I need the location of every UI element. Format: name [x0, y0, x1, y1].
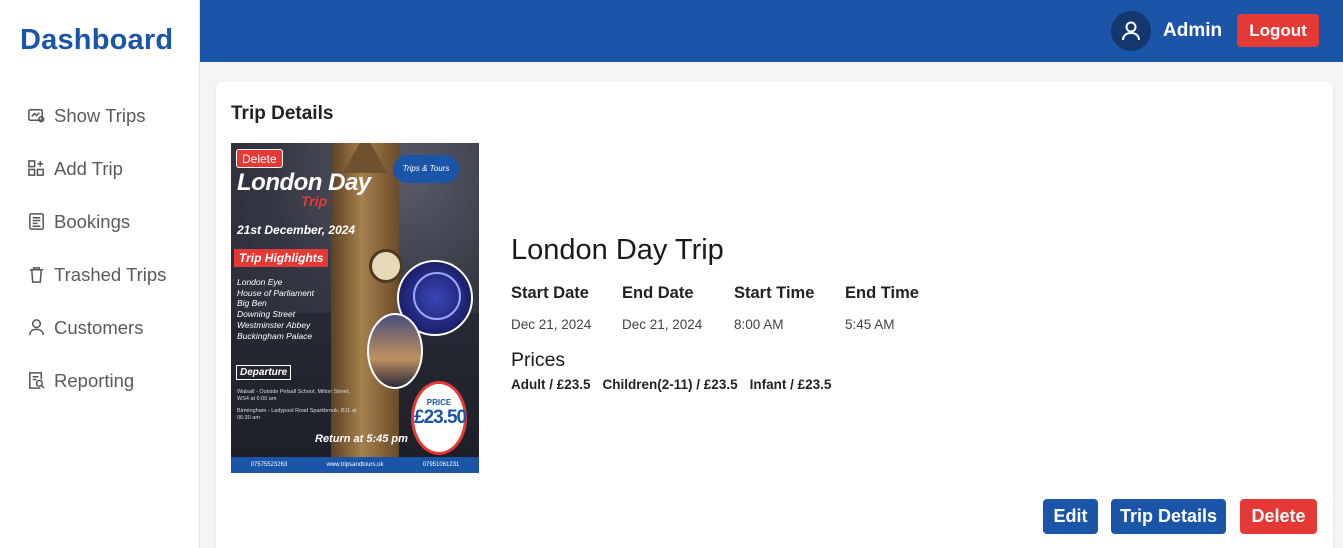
end-date-label: End Date	[622, 284, 694, 302]
start-time-label: Start Time	[734, 284, 815, 302]
sidebar-item-add-trip[interactable]: Add Trip	[0, 142, 200, 195]
card-title: Trip Details	[231, 103, 334, 124]
footer-phone: 07575523263	[250, 462, 288, 468]
delete-button[interactable]: Delete	[1240, 499, 1317, 534]
end-date-column: End Date Dec 21, 2024	[622, 284, 702, 332]
logout-button[interactable]: Logout	[1237, 14, 1319, 47]
list-item: Buckingham Palace	[237, 330, 313, 341]
price-list: Adult / £23.5 Children(2-11) / £23.5 Inf…	[511, 377, 831, 392]
start-time-value: 8:00 AM	[734, 317, 784, 332]
footer-phone: 07951061231	[422, 462, 460, 468]
trip-details-button[interactable]: Trip Details	[1111, 499, 1226, 534]
show-trips-icon	[26, 106, 46, 126]
clock-face	[369, 249, 403, 283]
sidebar-item-label: Reporting	[54, 369, 135, 391]
avatar[interactable]	[1111, 11, 1151, 51]
sidebar-item-label: Bookings	[54, 210, 131, 232]
sidebar-item-reporting[interactable]: Reporting	[0, 354, 200, 407]
poster-date: 21st December, 2024	[237, 223, 356, 237]
poster-price-badge: PRICE £23.50	[411, 381, 467, 455]
add-trip-icon	[26, 159, 46, 179]
start-date-label: Start Date	[511, 284, 589, 302]
report-icon	[26, 371, 46, 391]
trip-details-card: Trip Details Delete Trips & Tours London…	[216, 82, 1333, 548]
trash-icon	[26, 265, 46, 285]
departure-line: Birmingham - Ladypool Road Sparkbrook, B…	[237, 408, 357, 421]
sidebar-item-label: Trashed Trips	[54, 263, 167, 285]
sidebar-item-customers[interactable]: Customers	[0, 301, 200, 354]
start-date-value: Dec 21, 2024	[511, 317, 592, 332]
start-time-column: Start Time 8:00 AM	[734, 284, 814, 332]
price-label: PRICE	[426, 398, 452, 407]
poster-subtitle: Trip	[301, 193, 328, 209]
sidebar-item-bookings[interactable]: Bookings	[0, 195, 200, 248]
sidebar: Dashboard Show Trips Add Trip Bookings T…	[0, 0, 200, 548]
poster-footer: 07575523263 www.tripsandtours.uk 0795106…	[231, 457, 479, 473]
price-adult: Adult / £23.5	[511, 377, 591, 392]
end-time-label: End Time	[845, 284, 919, 302]
price-infant: Infant / £23.5	[749, 377, 832, 392]
prices-title: Prices	[511, 349, 566, 371]
sidebar-nav: Show Trips Add Trip Bookings Trashed Tri…	[0, 89, 200, 407]
sidebar-item-trashed-trips[interactable]: Trashed Trips	[0, 248, 200, 301]
sidebar-item-label: Show Trips	[54, 104, 146, 126]
list-item: Big Ben	[237, 298, 267, 309]
price-value: £23.50	[414, 407, 467, 428]
trip-poster-image: Delete Trips & Tours London Day Trip 21s…	[231, 143, 479, 473]
footer-website: www.tripsandtours.uk	[326, 462, 384, 468]
list-item: London Eye	[237, 277, 283, 287]
edit-button[interactable]: Edit	[1043, 499, 1098, 534]
top-bar: Admin Logout	[200, 0, 1343, 62]
poster-delete-button[interactable]: Delete	[236, 149, 283, 168]
bookings-icon	[26, 212, 46, 232]
trip-name: London Day Trip	[511, 234, 724, 266]
poster-departure-label: Departure	[236, 365, 292, 380]
sidebar-item-show-trips[interactable]: Show Trips	[0, 89, 200, 142]
sidebar-item-label: Customers	[54, 316, 144, 338]
list-item: House of Parliament	[237, 287, 315, 298]
brand-title: Dashboard	[20, 24, 174, 56]
tower-bridge-photo	[367, 313, 423, 389]
price-children: Children(2-11) / £23.5	[602, 377, 738, 392]
end-date-value: Dec 21, 2024	[622, 317, 703, 332]
list-item: Westminster Abbey	[237, 319, 311, 330]
list-item: Downing Street	[237, 309, 296, 320]
end-time-value: 5:45 AM	[845, 317, 895, 332]
poster-highlights-label: Trip Highlights	[234, 249, 329, 267]
end-time-column: End Time 5:45 AM	[845, 284, 919, 332]
poster-highlights-list: London Eye House of Parliament Big Ben D…	[237, 277, 314, 341]
user-icon	[1122, 21, 1140, 41]
departure-line: Walsall - Outside Pelsall School, Milton…	[237, 389, 350, 402]
poster-departure-info: Walsall - Outside Pelsall School, Milton…	[237, 389, 357, 422]
start-date-column: Start Date Dec 21, 2024	[511, 284, 591, 332]
user-name: Admin	[1163, 20, 1223, 41]
poster-logo: Trips & Tours	[393, 155, 459, 183]
poster-return-time: Return at 5:45 pm	[315, 433, 408, 445]
sidebar-item-label: Add Trip	[54, 157, 123, 179]
user-icon	[26, 318, 46, 338]
